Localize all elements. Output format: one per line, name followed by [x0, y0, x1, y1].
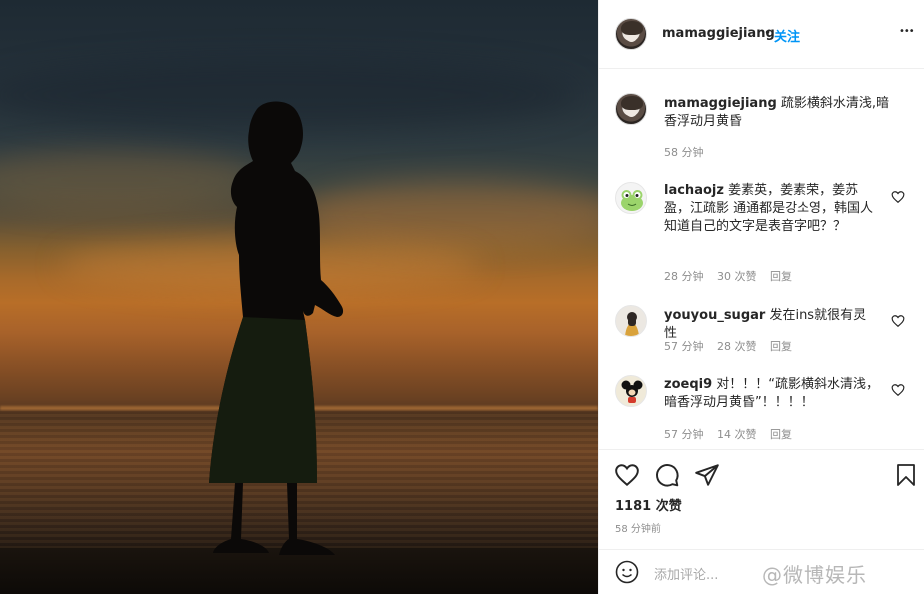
user-avatar[interactable] — [615, 18, 647, 50]
caption-time[interactable]: 58 分钟 — [664, 146, 704, 159]
comment-likes[interactable]: 14 次赞 — [717, 428, 757, 441]
comment-username[interactable]: zoeqi9 — [664, 377, 712, 392]
reply-button[interactable]: 回复 — [770, 428, 792, 441]
frog-icon — [621, 190, 643, 211]
follow-button[interactable]: 关注 — [774, 26, 800, 45]
comment-text: lachaojz 姜素英，姜素荣，姜苏盈，江疏影 通通都是강소영，韩国人知道自己… — [664, 182, 879, 236]
comment-meta: 57 分钟 14 次赞 回复 — [664, 426, 802, 442]
like-count[interactable]: 1181 次赞 — [615, 495, 682, 514]
caption-meta: 58 分钟 — [664, 144, 714, 160]
heart-icon[interactable] — [891, 314, 905, 328]
comment-text: zoeqi9 对！！！“疏影横斜水清浅，暗香浮动月黄昏”！！！！ — [664, 376, 879, 412]
comment-item: youyou_sugar 发在ins就很有灵性 57 分钟 28 次赞 回复 — [599, 305, 924, 355]
girl-icon — [625, 312, 639, 336]
woman-silhouette — [209, 101, 344, 555]
heart-icon[interactable] — [891, 190, 905, 204]
bookmark-icon[interactable] — [894, 462, 918, 488]
comment-meta: 28 分钟 30 次赞 回复 — [664, 268, 802, 284]
separator-dot: • — [764, 26, 772, 40]
header-username[interactable]: mamaggiejiang — [662, 26, 775, 41]
add-comment-bar: 添加评论... @微博娱乐 — [599, 549, 924, 594]
more-icon[interactable]: ••• — [899, 26, 915, 37]
comment-username[interactable]: lachaojz — [664, 183, 724, 198]
post-time[interactable]: 58 分钟前 — [615, 520, 661, 535]
caption: mamaggiejiang 疏影横斜水清浅,暗香浮动月黄昏 58 分钟 — [599, 93, 924, 163]
caption-avatar[interactable] — [615, 93, 647, 125]
weibo-watermark: @微博娱乐 — [762, 563, 867, 587]
heart-icon[interactable] — [614, 462, 640, 488]
comment-username[interactable]: youyou_sugar — [664, 308, 765, 323]
comment-icon[interactable] — [654, 462, 680, 488]
post-header: mamaggiejiang • 关注 ••• — [599, 0, 924, 69]
post-photo[interactable] — [0, 0, 598, 594]
comment-meta: 57 分钟 28 次赞 回复 — [664, 338, 802, 354]
share-icon[interactable] — [694, 462, 720, 488]
heart-icon[interactable] — [891, 383, 905, 397]
comment-time[interactable]: 57 分钟 — [664, 340, 704, 353]
reply-button[interactable]: 回复 — [770, 270, 792, 283]
mickey-avatar[interactable] — [615, 375, 647, 407]
comment-likes[interactable]: 30 次赞 — [717, 270, 757, 283]
comment-item: zoeqi9 对！！！“疏影横斜水清浅，暗香浮动月黄昏”！！！！ 57 分钟 1… — [599, 375, 924, 445]
frog-avatar[interactable] — [615, 182, 647, 214]
caption-username[interactable]: mamaggiejiang — [664, 96, 777, 111]
caption-text: mamaggiejiang 疏影横斜水清浅,暗香浮动月黄昏 — [664, 95, 899, 131]
comment-time[interactable]: 57 分钟 — [664, 428, 704, 441]
mickey-icon — [621, 380, 643, 403]
comment-item: lachaojz 姜素英，姜素荣，姜苏盈，江疏影 通通都是강소영，韩国人知道自己… — [599, 182, 924, 284]
girl-avatar[interactable] — [615, 305, 647, 337]
emoji-icon[interactable] — [615, 560, 639, 584]
comment-likes[interactable]: 28 次赞 — [717, 340, 757, 353]
reply-button[interactable]: 回复 — [770, 340, 792, 353]
action-bar: 1181 次赞 58 分钟前 — [599, 449, 924, 549]
comment-input[interactable]: 添加评论... — [654, 564, 718, 583]
post-side-panel: mamaggiejiang • 关注 ••• mamaggiejiang 疏影横… — [598, 0, 924, 594]
comment-time[interactable]: 28 分钟 — [664, 270, 704, 283]
